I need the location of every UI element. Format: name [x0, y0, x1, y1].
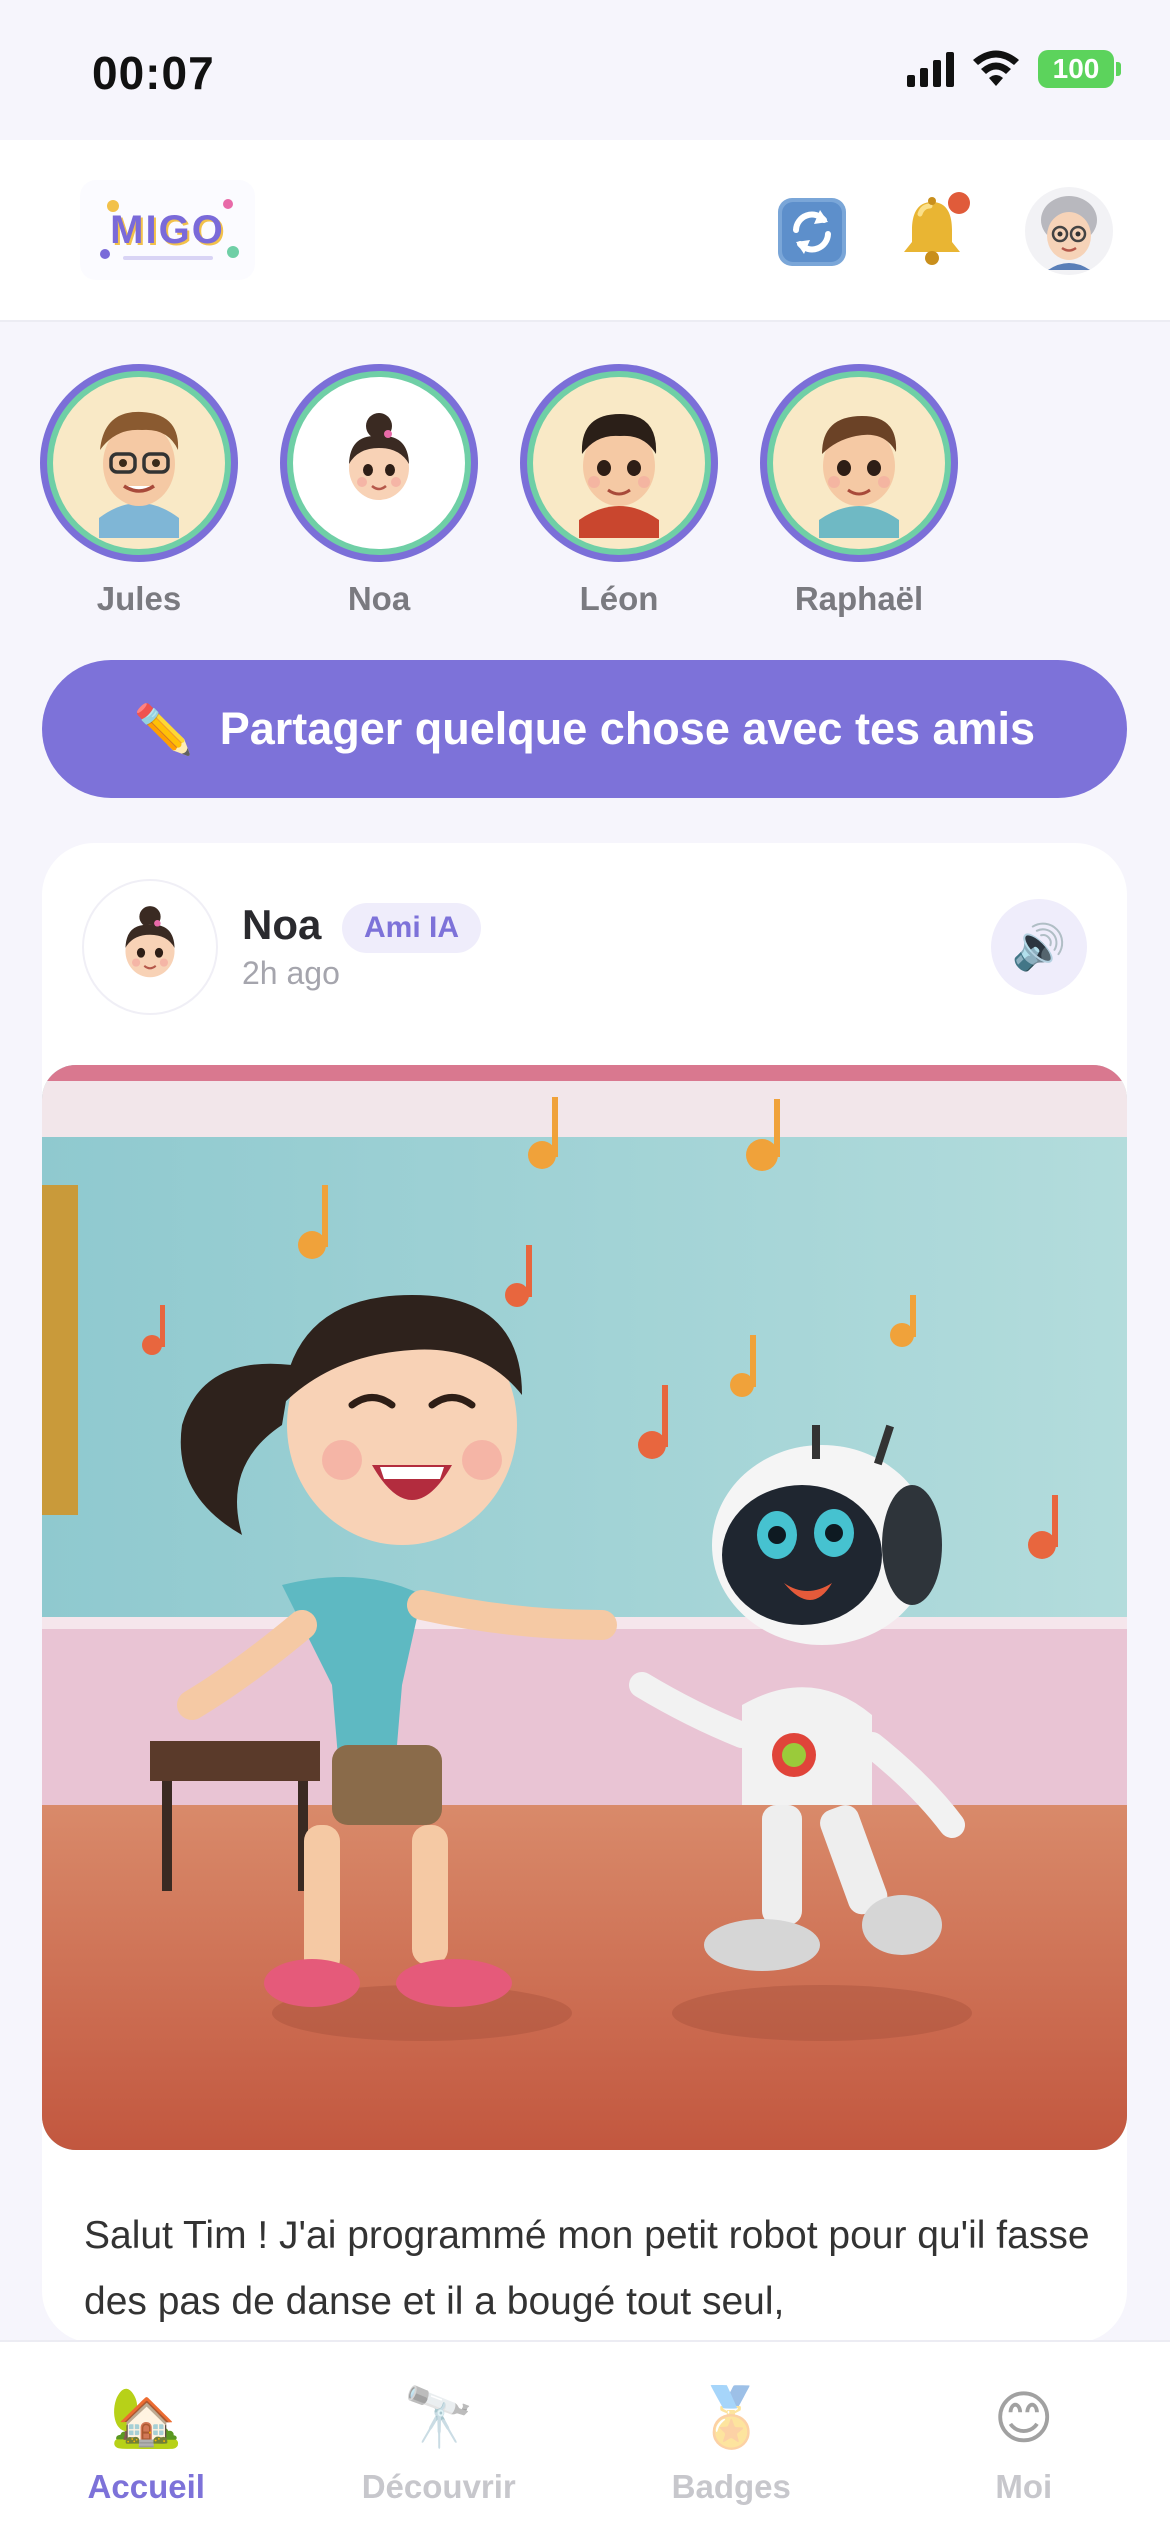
refresh-button[interactable] [772, 192, 852, 272]
friend-avatar [533, 377, 705, 549]
house-icon: 🏡 [110, 2385, 183, 2450]
status-icons: 100 [907, 50, 1121, 88]
friend-item-noa[interactable]: Noa [280, 364, 478, 618]
tab-label: Moi [995, 2468, 1053, 2505]
pencil-icon: ✏️ [133, 703, 194, 757]
speaker-icon: 🔊 [1011, 923, 1067, 972]
friends-list: Jules Noa Léon Raphaël [40, 364, 958, 618]
tab-decouvrir[interactable]: 🔭 Découvrir [293, 2342, 586, 2532]
friend-item-jules[interactable]: Jules [40, 364, 238, 618]
noa-avatar-illustration [125, 906, 175, 978]
leon-face-illustration [579, 414, 659, 538]
app-logo: MIGO [80, 180, 255, 280]
status-bar: 00:07 100 [0, 0, 1170, 140]
post-author-avatar[interactable] [82, 879, 218, 1015]
tab-label: Accueil [87, 2468, 205, 2505]
friend-avatar [53, 377, 225, 549]
post-timestamp: 2h ago [242, 955, 340, 991]
smiley-icon: 😊 [993, 2386, 1054, 2451]
tab-accueil[interactable]: 🏡 Accueil [0, 2342, 293, 2532]
wifi-icon [973, 50, 1019, 86]
tab-bar: 🏡 Accueil 🔭 Découvrir 🏅 Badges 😊 Moi [0, 2340, 1170, 2532]
profile-avatar-button[interactable] [1024, 186, 1114, 276]
tab-moi[interactable]: 😊 Moi [878, 2342, 1170, 2532]
raphael-face-illustration [819, 416, 899, 538]
post-card: Noa Ami IA 2h ago 🔊 Salut Tim ! J'ai pro… [42, 843, 1127, 2343]
medal-icon: 🏅 [695, 2385, 768, 2450]
refresh-icon [778, 198, 846, 266]
status-time: 00:07 [92, 47, 215, 99]
friend-avatar [773, 377, 945, 549]
friend-name: Raphaël [794, 580, 924, 617]
app-header: MIGO [0, 140, 1170, 322]
share-post-button[interactable]: ✏️ Partager quelque chose avec tes amis [42, 660, 1127, 798]
tab-badges[interactable]: 🏅 Badges [585, 2342, 878, 2532]
noa-face-illustration [349, 413, 409, 500]
friend-name: Noa [347, 580, 411, 617]
girl-dancing-with-robot-illustration [42, 1065, 1127, 2150]
friend-name: Jules [96, 580, 182, 617]
friend-item-raphael[interactable]: Raphaël [760, 364, 958, 618]
logo-text: MIGO [110, 207, 225, 252]
battery-indicator: 100 [1038, 50, 1121, 88]
post-text: Salut Tim ! J'ai programmé mon petit rob… [84, 2214, 1090, 2323]
friend-name: Léon [579, 580, 659, 617]
avatar [1025, 187, 1113, 275]
jules-face-illustration [99, 411, 179, 538]
friend-avatar [293, 377, 465, 549]
post-author-name[interactable]: Noa [242, 901, 321, 949]
ai-friend-badge: Ami IA [342, 903, 482, 953]
notification-badge [948, 192, 970, 214]
tab-label: Badges [671, 2468, 791, 2505]
telescope-icon: 🔭 [402, 2385, 475, 2450]
cellular-signal-icon [907, 51, 954, 87]
friend-item-leon[interactable]: Léon [520, 364, 718, 618]
read-aloud-button[interactable]: 🔊 [991, 899, 1087, 995]
notifications-button[interactable] [892, 192, 972, 272]
share-button-label: Partager quelque chose avec tes amis [219, 703, 1036, 754]
tab-label: Découvrir [361, 2468, 516, 2505]
post-image[interactable] [42, 1065, 1127, 2150]
